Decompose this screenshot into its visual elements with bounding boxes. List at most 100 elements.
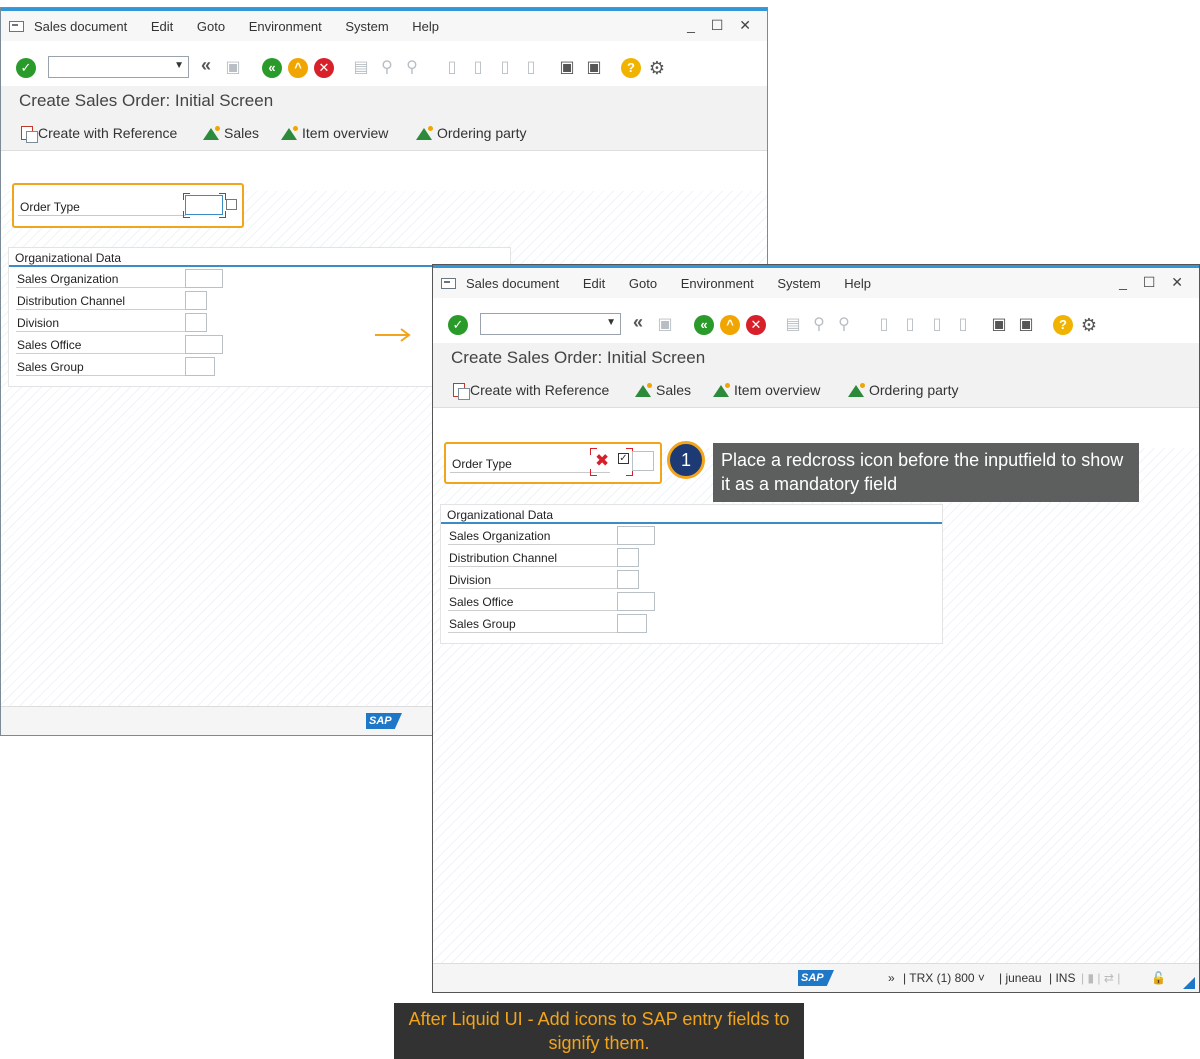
ordering-party-button[interactable]: Ordering party — [848, 382, 958, 398]
prev-page-icon[interactable]: ▯ — [900, 315, 920, 335]
checkbox-icon[interactable]: ✓ — [618, 453, 629, 464]
create-with-reference-button[interactable]: Create with Reference — [453, 382, 609, 400]
sap-logo: SAP — [366, 713, 402, 729]
division-label: Division — [449, 573, 492, 587]
prev-page-icon[interactable]: ▯ — [468, 58, 488, 78]
sap-window-after: Sales document Edit Goto Environment Sys… — [432, 264, 1200, 993]
order-type-input[interactable] — [632, 451, 654, 471]
order-type-input[interactable] — [185, 195, 223, 215]
command-field[interactable]: ▼ — [480, 313, 621, 335]
sales-office-input[interactable] — [185, 335, 223, 354]
shortcut-icon[interactable]: ▣ — [584, 58, 604, 78]
org-data-title: Organizational Data — [447, 508, 554, 522]
back-icon[interactable]: « — [628, 312, 648, 332]
cancel-red-icon[interactable]: ✕ — [314, 58, 334, 78]
save-icon[interactable]: ▣ — [223, 58, 243, 78]
sales-office-input[interactable] — [617, 592, 655, 611]
menu-system[interactable]: System — [777, 276, 820, 291]
system-info[interactable]: | TRX (1) 800 ˅ — [903, 971, 985, 985]
application-toolbar: Create with Reference Sales Item overvie… — [433, 373, 1199, 408]
sales-group-input[interactable] — [617, 614, 647, 633]
overview-icon — [848, 383, 865, 397]
input-mode[interactable]: | INS — [1049, 971, 1075, 985]
find-icon[interactable]: ⚲ — [377, 58, 397, 78]
callout-note: Place a redcross icon before the inputfi… — [713, 443, 1139, 502]
back-green-icon[interactable]: « — [694, 315, 714, 335]
chevron-down-icon[interactable]: ▼ — [606, 317, 616, 328]
find-icon[interactable]: ⚲ — [809, 315, 829, 335]
command-field[interactable]: ▼ — [48, 56, 189, 78]
menu-help[interactable]: Help — [412, 19, 439, 34]
caption-banner: After Liquid UI - Add icons to SAP entry… — [394, 1003, 804, 1059]
window-controls[interactable]: _ ☐ ✕ — [687, 17, 757, 34]
screen-title-bar: Create Sales Order: Initial Screen — [1, 86, 767, 117]
item-overview-button[interactable]: Item overview — [281, 125, 388, 141]
item-overview-button[interactable]: Item overview — [713, 382, 820, 398]
value-help-icon[interactable] — [226, 199, 237, 210]
system-menu-icon[interactable] — [9, 21, 24, 32]
enter-check-icon[interactable]: ✓ — [448, 315, 468, 335]
new-session-icon[interactable]: ▣ — [989, 315, 1009, 335]
print-icon[interactable]: ▤ — [783, 315, 803, 335]
create-with-reference-button[interactable]: Create with Reference — [21, 125, 177, 143]
status-expand-icon[interactable]: » — [888, 971, 895, 985]
chevron-down-icon[interactable]: ▼ — [174, 60, 184, 71]
menu-help[interactable]: Help — [844, 276, 871, 291]
sales-button[interactable]: Sales — [203, 125, 259, 141]
exit-yellow-icon[interactable]: ^ — [288, 58, 308, 78]
system-menu-icon[interactable] — [441, 278, 456, 289]
print-icon[interactable]: ▤ — [351, 58, 371, 78]
distribution-channel-label: Distribution Channel — [17, 294, 126, 308]
settings-icon[interactable]: ⚙ — [647, 58, 667, 78]
sales-organization-input[interactable] — [617, 526, 655, 545]
window-controls[interactable]: _ ☐ ✕ — [1119, 274, 1189, 291]
menu-environment[interactable]: Environment — [249, 19, 322, 34]
division-input[interactable] — [185, 313, 207, 332]
find-next-icon[interactable]: ⚲ — [834, 315, 854, 335]
last-page-icon[interactable]: ▯ — [953, 315, 973, 335]
menu-bar: Sales document Edit Goto Environment Sys… — [1, 11, 767, 41]
exit-yellow-icon[interactable]: ^ — [720, 315, 740, 335]
last-page-icon[interactable]: ▯ — [521, 58, 541, 78]
sales-organization-input[interactable] — [185, 269, 223, 288]
menu-goto[interactable]: Goto — [197, 19, 225, 34]
back-green-icon[interactable]: « — [262, 58, 282, 78]
menu-sales-document[interactable]: Sales document — [34, 19, 127, 34]
sales-button[interactable]: Sales — [635, 382, 691, 398]
settings-icon[interactable]: ⚙ — [1079, 315, 1099, 335]
unlock-icon[interactable]: 🔓 — [1151, 971, 1166, 985]
arrow-right-icon — [375, 328, 411, 342]
sales-office-label: Sales Office — [17, 338, 82, 352]
next-page-icon[interactable]: ▯ — [495, 58, 515, 78]
first-page-icon[interactable]: ▯ — [874, 315, 894, 335]
menu-edit[interactable]: Edit — [583, 276, 605, 291]
menu-goto[interactable]: Goto — [629, 276, 657, 291]
sales-group-input[interactable] — [185, 357, 215, 376]
distribution-channel-input[interactable] — [617, 548, 639, 567]
menu-system[interactable]: System — [345, 19, 388, 34]
back-icon[interactable]: « — [196, 55, 216, 75]
menu-environment[interactable]: Environment — [681, 276, 754, 291]
division-input[interactable] — [617, 570, 639, 589]
help-icon[interactable]: ? — [621, 58, 641, 78]
org-data-title: Organizational Data — [15, 251, 122, 265]
order-type-label: Order Type — [20, 200, 80, 214]
order-type-highlight: Order Type ✖ ✓ — [444, 442, 662, 484]
new-session-icon[interactable]: ▣ — [557, 58, 577, 78]
overview-icon — [713, 383, 730, 397]
resize-grip-icon[interactable] — [1183, 977, 1195, 989]
help-icon[interactable]: ? — [1053, 315, 1073, 335]
standard-toolbar: ✓ ▼ « ▣ « ^ ✕ ▤ ⚲ ⚲ ▯ ▯ ▯ ▯ ▣ ▣ ? ⚙ — [433, 301, 1199, 345]
shortcut-icon[interactable]: ▣ — [1016, 315, 1036, 335]
enter-check-icon[interactable]: ✓ — [16, 58, 36, 78]
save-icon[interactable]: ▣ — [655, 315, 675, 335]
sales-office-label: Sales Office — [449, 595, 514, 609]
ordering-party-button[interactable]: Ordering party — [416, 125, 526, 141]
menu-sales-document[interactable]: Sales document — [466, 276, 559, 291]
first-page-icon[interactable]: ▯ — [442, 58, 462, 78]
next-page-icon[interactable]: ▯ — [927, 315, 947, 335]
find-next-icon[interactable]: ⚲ — [402, 58, 422, 78]
distribution-channel-input[interactable] — [185, 291, 207, 310]
menu-edit[interactable]: Edit — [151, 19, 173, 34]
cancel-red-icon[interactable]: ✕ — [746, 315, 766, 335]
